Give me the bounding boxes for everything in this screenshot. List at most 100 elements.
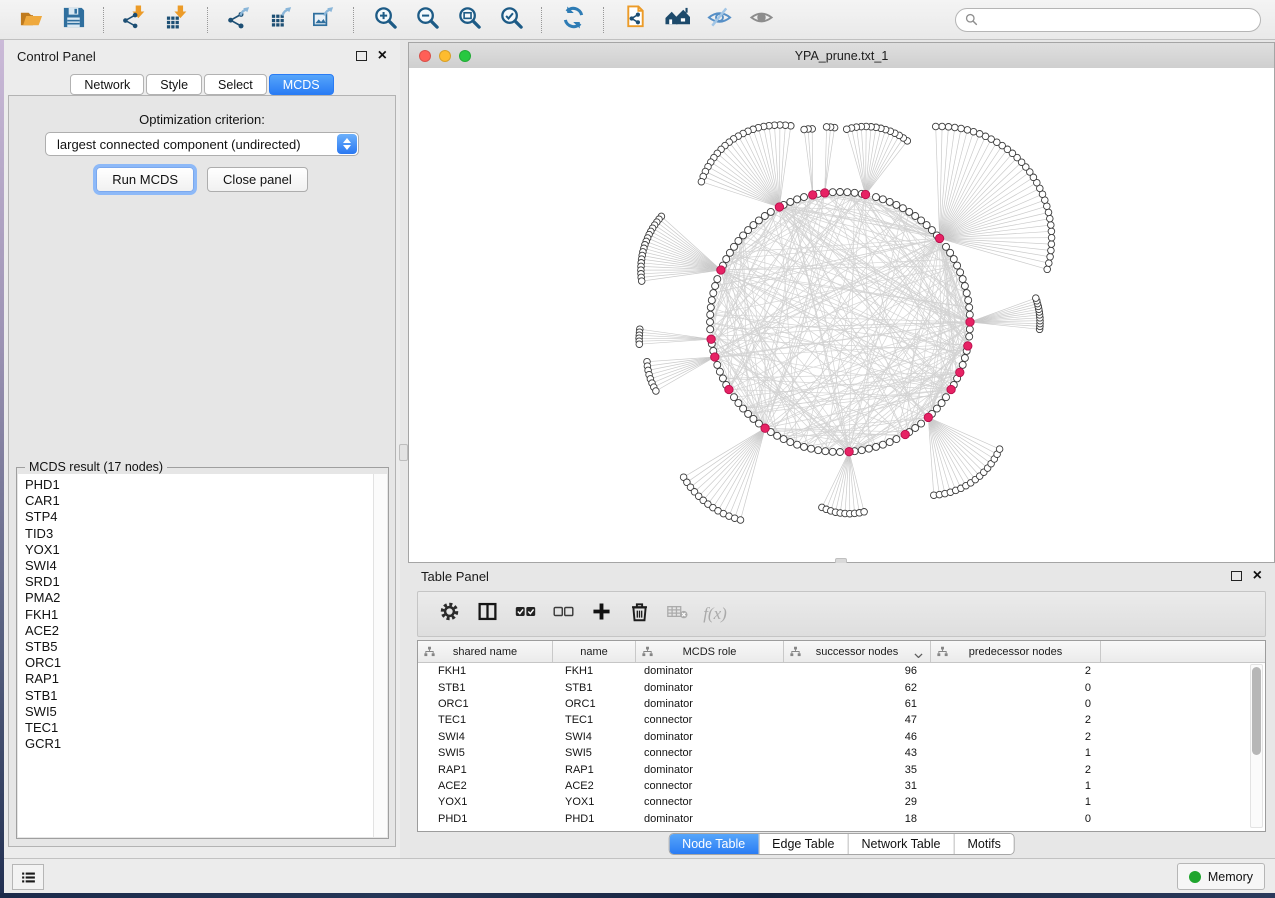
select-all-columns-icon: [515, 601, 536, 627]
zoom-fit-button[interactable]: [448, 4, 490, 36]
close-table-panel-icon[interactable]: ×: [1253, 570, 1262, 582]
run-mcds-button[interactable]: Run MCDS: [96, 167, 194, 192]
hide-graphics-details-button[interactable]: [698, 4, 740, 36]
cell-mcds-role: connector: [636, 714, 784, 726]
optimization-criterion-dropdown[interactable]: largest connected component (undirected): [45, 132, 359, 156]
search-box[interactable]: [955, 8, 1261, 32]
table-row[interactable]: PHD1PHD1dominator180: [418, 811, 1265, 827]
mcds-result-node[interactable]: FKH1: [18, 607, 374, 623]
cell-shared-name: ORC1: [418, 698, 553, 710]
close-panel-icon[interactable]: ×: [378, 50, 387, 62]
memory-button[interactable]: Memory: [1177, 863, 1265, 890]
table-scrollbar-thumb[interactable]: [1252, 667, 1261, 755]
select-all-columns-button[interactable]: [506, 594, 544, 634]
add-column-button[interactable]: [582, 594, 620, 634]
network-canvas[interactable]: [409, 68, 1274, 562]
table-row[interactable]: ORC1ORC1dominator610: [418, 696, 1265, 712]
mcds-result-node[interactable]: PMA2: [18, 590, 374, 606]
tab-motifs[interactable]: Motifs: [953, 834, 1013, 854]
control-panel-titlebar: Control Panel ×: [4, 44, 400, 68]
column-header-shared-name[interactable]: shared name: [418, 641, 553, 662]
float-table-panel-icon[interactable]: [1231, 571, 1242, 581]
birdseye-view-icon: [749, 5, 774, 35]
home-button[interactable]: [656, 4, 698, 36]
network-from-clipboard-button[interactable]: [614, 4, 656, 36]
export-image-button[interactable]: [302, 4, 344, 36]
close-panel-button[interactable]: Close panel: [207, 167, 308, 192]
mcds-result-node[interactable]: STP4: [18, 509, 374, 525]
mcds-result-node[interactable]: TID3: [18, 526, 374, 542]
table-row[interactable]: SWI4SWI4dominator462: [418, 729, 1265, 745]
unselect-all-columns-button[interactable]: [544, 594, 582, 634]
vertical-splitter-handle[interactable]: [399, 444, 408, 461]
mcds-result-node[interactable]: ACE2: [18, 623, 374, 639]
table-row[interactable]: YOX1YOX1connector291: [418, 794, 1265, 810]
tab-node-table[interactable]: Node Table: [669, 834, 758, 854]
network-column-icon: [937, 646, 948, 657]
settings-gear-button[interactable]: [430, 594, 468, 634]
table-row[interactable]: ACE2ACE2connector311: [418, 778, 1265, 794]
cell-predecessor-nodes: 1: [931, 747, 1101, 759]
cell-mcds-role: dominator: [636, 813, 784, 825]
table-scrollbar[interactable]: [1250, 664, 1263, 828]
zoom-out-button[interactable]: [406, 4, 448, 36]
tab-select[interactable]: Select: [204, 74, 267, 95]
tab-network[interactable]: Network: [70, 74, 144, 95]
column-header-successor-nodes[interactable]: successor nodes: [784, 641, 931, 662]
cell-successor-nodes: 96: [784, 665, 931, 677]
task-history-button[interactable]: [12, 864, 44, 890]
column-header-name[interactable]: name: [553, 641, 636, 662]
mac-minimize-button[interactable]: [439, 50, 451, 62]
mcds-result-node[interactable]: GCR1: [18, 736, 374, 752]
cell-name: RAP1: [553, 764, 636, 776]
node-table: shared name nameMCDS rolesuccessor nodesp…: [417, 640, 1266, 832]
zoom-selected-button[interactable]: [490, 4, 532, 36]
table-row[interactable]: STB1STB1dominator620: [418, 679, 1265, 695]
node-table-header: shared name nameMCDS rolesuccessor nodesp…: [418, 641, 1265, 663]
tab-network-table[interactable]: Network Table: [848, 834, 954, 854]
birdseye-view-button[interactable]: [740, 4, 782, 36]
mcds-result-node[interactable]: ORC1: [18, 655, 374, 671]
column-header-mcds-role[interactable]: MCDS role: [636, 641, 784, 662]
mcds-result-node[interactable]: SWI5: [18, 704, 374, 720]
mcds-result-node[interactable]: SRD1: [18, 574, 374, 590]
tab-style[interactable]: Style: [146, 74, 202, 95]
table-row[interactable]: SWI5SWI5connector431: [418, 745, 1265, 761]
mcds-result-node[interactable]: PHD1: [18, 477, 374, 493]
import-network-button[interactable]: [114, 4, 156, 36]
refresh-button[interactable]: [552, 4, 594, 36]
export-network-button[interactable]: [218, 4, 260, 36]
float-panel-icon[interactable]: [356, 51, 367, 61]
settings-gear-icon: [439, 601, 460, 627]
column-layout-button[interactable]: [468, 594, 506, 634]
save-button[interactable]: [52, 4, 94, 36]
column-header-label: shared name: [453, 646, 517, 658]
mac-zoom-button[interactable]: [459, 50, 471, 62]
mcds-result-node[interactable]: STB1: [18, 688, 374, 704]
search-input[interactable]: [984, 12, 1251, 28]
table-row[interactable]: FKH1FKH1dominator962: [418, 663, 1265, 679]
import-table-button[interactable]: [156, 4, 198, 36]
mcds-result-scrollbar[interactable]: [373, 474, 387, 837]
table-panel: Table Panel × f(x) shared namenameMCDS r…: [408, 563, 1275, 858]
mac-close-button[interactable]: [419, 50, 431, 62]
column-header-predecessor-nodes[interactable]: predecessor nodes: [931, 641, 1101, 662]
tab-edge-table[interactable]: Edge Table: [758, 834, 847, 854]
delete-column-button[interactable]: [620, 594, 658, 634]
mcds-result-node[interactable]: SWI4: [18, 558, 374, 574]
mcds-result-node[interactable]: CAR1: [18, 493, 374, 509]
mcds-result-node[interactable]: TEC1: [18, 720, 374, 736]
tab-mcds[interactable]: MCDS: [269, 74, 334, 95]
table-row[interactable]: TEC1TEC1connector472: [418, 712, 1265, 728]
mcds-result-list: PHD1CAR1STP4TID3YOX1SWI4SRD1PMA2FKH1ACE2…: [18, 474, 374, 837]
cell-shared-name: PHD1: [418, 813, 553, 825]
zoom-in-button[interactable]: [364, 4, 406, 36]
mcds-result-node[interactable]: RAP1: [18, 671, 374, 687]
export-table-button[interactable]: [260, 4, 302, 36]
import-table-icon: [165, 5, 190, 35]
table-row[interactable]: RAP1RAP1dominator352: [418, 761, 1265, 777]
table-panel-tabs: Node TableEdge TableNetwork TableMotifs: [668, 833, 1015, 855]
mcds-result-node[interactable]: YOX1: [18, 542, 374, 558]
open-file-button[interactable]: [10, 4, 52, 36]
mcds-result-node[interactable]: STB5: [18, 639, 374, 655]
